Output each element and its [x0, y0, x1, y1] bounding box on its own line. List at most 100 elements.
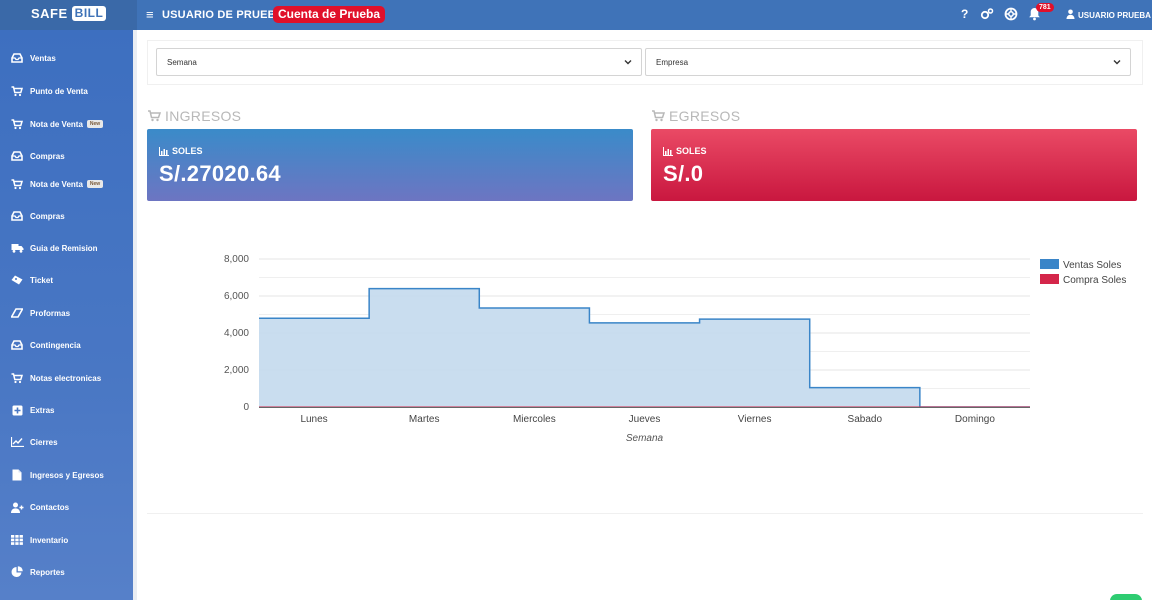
chevron-down-icon	[1113, 60, 1121, 65]
sidebar-item-inventario[interactable]: Inventario	[10, 530, 68, 550]
sales-chart: 0 2,000 4,000 6,000 8,000 Lunes Martes Miercole…	[224, 254, 1126, 444]
sidebar-item-ticket[interactable]: Ticket	[10, 270, 53, 290]
sidebar-item-proformas[interactable]: Proformas	[10, 303, 70, 323]
cart-icon	[148, 110, 161, 122]
sidebar-item-label: Nota de Venta	[30, 119, 83, 129]
sidebar-item-punto-de-venta[interactable]: Punto de Venta	[10, 81, 88, 101]
chart-panel: 0 2,000 4,000 6,000 8,000 Lunes Martes Miercole…	[147, 226, 1143, 514]
cart-icon	[10, 372, 24, 384]
inbox-icon	[10, 150, 24, 162]
file-icon	[10, 469, 24, 481]
sidebar-item-label: Compras	[30, 211, 65, 221]
sidebar-item-label: Reportes	[30, 567, 65, 577]
legend-swatch	[1040, 259, 1059, 269]
legend-label: Compra Soles	[1063, 275, 1126, 286]
user-menu-label: USUARIO PRUEBA	[1078, 10, 1151, 20]
sidebar-item-nota-de-venta[interactable]: Nota de Venta New	[10, 114, 104, 134]
egresos-currency: SOLES	[676, 146, 707, 156]
bar-chart-icon	[159, 146, 169, 156]
egresos-title-text: EGRESOS	[669, 108, 741, 124]
sidebar-item-label: Compras	[30, 151, 65, 161]
sidebar-item-label: Notas electronicas	[30, 373, 102, 383]
sidebar-item-cierres[interactable]: Cierres	[10, 432, 58, 452]
sidebar-item-label: Guia de Remision	[30, 243, 98, 253]
sidebar-item-label: Contingencia	[30, 340, 81, 350]
inbox-icon	[10, 52, 24, 64]
sidebar-item-compras[interactable]: Compras	[10, 146, 65, 166]
sidebar-item-label: Ticket	[30, 275, 53, 285]
notifications-badge: 781	[1036, 3, 1054, 12]
sidebar-item-compras[interactable]: Compras	[10, 206, 65, 226]
user-menu[interactable]: USUARIO PRUEBA	[1066, 9, 1151, 21]
bar-chart-icon	[663, 146, 673, 156]
top-bar: SAFE BILL ≡ USUARIO DE PRUEBA Cuenta de …	[0, 0, 1152, 30]
ingresos-card: SOLES S/.27020.64	[147, 129, 633, 201]
egresos-card-label: SOLES	[663, 146, 707, 156]
chat-button[interactable]	[1110, 594, 1142, 600]
sidebar-item-ventas[interactable]: Ventas	[10, 48, 56, 68]
sidebar-item-label: Ventas	[30, 53, 56, 63]
brand-logo[interactable]: SAFE BILL	[31, 6, 107, 21]
ingresos-title-text: INGRESOS	[165, 108, 242, 124]
sidebar-item-guia-de-remision[interactable]: Guia de Remision	[10, 238, 98, 258]
sidebar-item-label: Punto de Venta	[30, 86, 88, 96]
sidebar-item-label: Nota de Venta	[30, 179, 83, 189]
account-badge: Cuenta de Prueba	[273, 6, 386, 23]
sidebar-item-contingencia[interactable]: Contingencia	[10, 335, 81, 355]
brand-area: SAFE BILL	[0, 0, 137, 30]
cart-icon	[652, 110, 665, 122]
help-icon[interactable]: ?	[961, 7, 968, 22]
life-ring-icon[interactable]	[1004, 7, 1018, 25]
sidebar-item-extras[interactable]: Extras	[10, 400, 54, 420]
ingresos-amount: S/.27020.64	[159, 161, 281, 186]
cogs-icon[interactable]	[980, 7, 994, 25]
sidebar-item-label: Proformas	[30, 308, 71, 318]
company-select-value: Empresa	[656, 57, 689, 67]
x-tick-label: Martes	[409, 414, 440, 425]
chevron-down-icon	[624, 60, 632, 65]
cart-icon	[10, 118, 24, 130]
user-icon	[1066, 9, 1075, 21]
x-tick-label: Jueves	[629, 414, 661, 425]
x-tick-label: Lunes	[300, 414, 327, 425]
sidebar-item-label: Cierres	[30, 437, 58, 447]
y-tick-label: 2,000	[224, 365, 249, 376]
company-select[interactable]: Empresa	[645, 48, 1131, 76]
top-user-name: USUARIO DE PRUEBA	[162, 9, 284, 21]
period-select[interactable]: Semana	[156, 48, 642, 76]
egresos-amount: S/.0	[663, 161, 704, 186]
ingresos-currency: SOLES	[172, 146, 203, 156]
sidebar-item-notas-electronicas[interactable]: Notas electronicas	[10, 368, 101, 388]
inbox-icon	[10, 210, 24, 222]
line-chart-icon	[10, 436, 24, 448]
x-tick-label: Viernes	[738, 414, 772, 425]
cart-icon	[10, 85, 24, 97]
inbox-icon	[10, 339, 24, 351]
hamburger-icon[interactable]: ≡	[146, 7, 154, 22]
legend-swatch	[1040, 274, 1059, 284]
plus-square-icon	[10, 404, 24, 416]
new-badge: New	[86, 180, 104, 188]
sidebar-item-label: Ingresos y Egresos	[30, 470, 104, 480]
series-area-ventas	[259, 288, 1030, 407]
y-tick-label: 8,000	[224, 254, 249, 265]
x-tick-label: Domingo	[955, 414, 995, 425]
sidebar-item-contactos[interactable]: Contactos	[10, 497, 69, 517]
truck-icon	[10, 242, 24, 254]
sidebar-item-label: Contactos	[30, 502, 70, 512]
period-select-value: Semana	[167, 57, 197, 67]
sidebar-item-ingresos-y-egresos[interactable]: Ingresos y Egresos	[10, 465, 104, 485]
ingresos-title: INGRESOS	[147, 108, 241, 124]
new-badge: New	[86, 120, 104, 128]
sidebar-item-label: Inventario	[30, 535, 69, 545]
cart-icon	[10, 178, 24, 190]
legend-label: Ventas Soles	[1063, 260, 1121, 271]
sidebar-item-reportes[interactable]: Reportes	[10, 562, 65, 582]
ticket-icon	[10, 274, 24, 286]
user-plus-icon	[10, 501, 24, 513]
sidebar-item-nota-de-venta[interactable]: Nota de Venta New	[10, 174, 104, 194]
pie-chart-icon	[10, 566, 24, 578]
y-tick-label: 0	[243, 402, 249, 413]
grid-icon	[10, 534, 24, 546]
eraser-icon	[10, 307, 24, 319]
